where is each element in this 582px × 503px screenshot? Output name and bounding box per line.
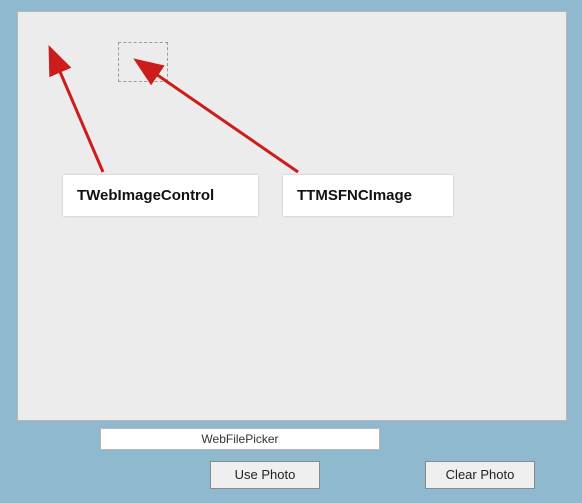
label-ttmsfnc-image: TTMSFNCImage xyxy=(283,175,453,216)
bottom-bar: WebFilePicker Use Photo Clear Photo xyxy=(0,424,582,503)
arrow-to-fncimage xyxy=(153,72,298,172)
main-panel: TWebImageControl TTMSFNCImage xyxy=(17,11,567,421)
label-tweb-image-control: TWebImageControl xyxy=(63,175,258,216)
clear-photo-button[interactable]: Clear Photo xyxy=(425,461,535,489)
page-root: TWebImageControl TTMSFNCImage WebFilePic… xyxy=(0,0,582,503)
arrow-to-webimagecontrol xyxy=(58,67,103,172)
annotation-arrows xyxy=(18,12,568,422)
use-photo-button[interactable]: Use Photo xyxy=(210,461,320,489)
image-placeholder xyxy=(118,42,168,82)
web-file-picker[interactable]: WebFilePicker xyxy=(100,428,380,450)
